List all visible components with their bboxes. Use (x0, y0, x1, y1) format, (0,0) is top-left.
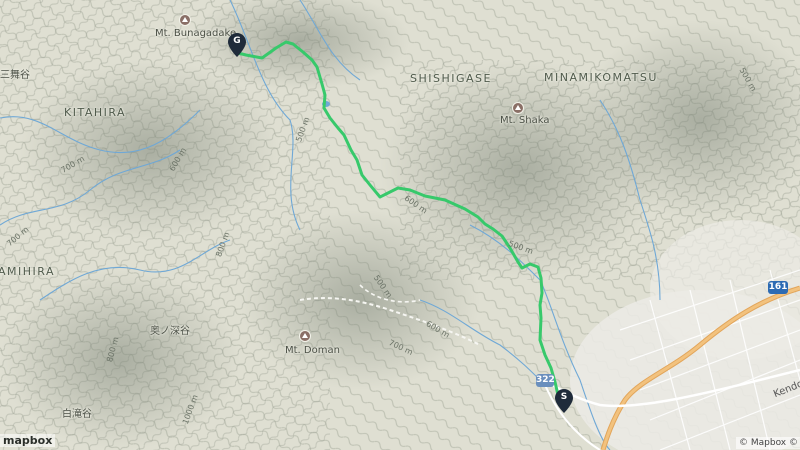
start-marker-label: S (560, 392, 568, 402)
mountain-peak-icon (299, 330, 311, 342)
map-canvas[interactable]: KITAHIRA SHISHIGASE MINAMIKOMATSU AMIHIR… (0, 0, 800, 450)
place-kitahira-label: KITAHIRA (64, 106, 127, 119)
map-attribution[interactable]: © Mapbox © OpenS (736, 437, 800, 449)
place-jougouma-label: 三舞谷 (0, 70, 30, 81)
place-okunofukatani-label: 奥ノ深谷 (150, 326, 190, 337)
peak-doman-label: Mt. Doman (285, 345, 340, 356)
mountain-peak-icon (512, 102, 524, 114)
mountain-peak-icon (179, 14, 191, 26)
finish-marker[interactable]: G (228, 33, 246, 57)
mapbox-logo[interactable]: mapbox (0, 434, 56, 447)
place-minamikomatsu-label: MINAMIKOMATSU (544, 71, 658, 84)
peak-shaka-label: Mt. Shaka (500, 115, 550, 126)
terrain-layer (0, 0, 800, 450)
route-161-shield: 161 (768, 281, 788, 294)
place-shishigase-label: SHISHIGASE (410, 72, 492, 85)
place-mihira-label: AMIHIRA (0, 265, 55, 278)
place-shirataki-label: 白滝谷 (62, 409, 92, 420)
peak-bunagadake-label: Mt. Bunagadake (155, 28, 237, 39)
route-322-shield: 322 (536, 374, 555, 387)
start-marker[interactable]: S (555, 389, 573, 413)
finish-marker-label: G (233, 36, 241, 46)
